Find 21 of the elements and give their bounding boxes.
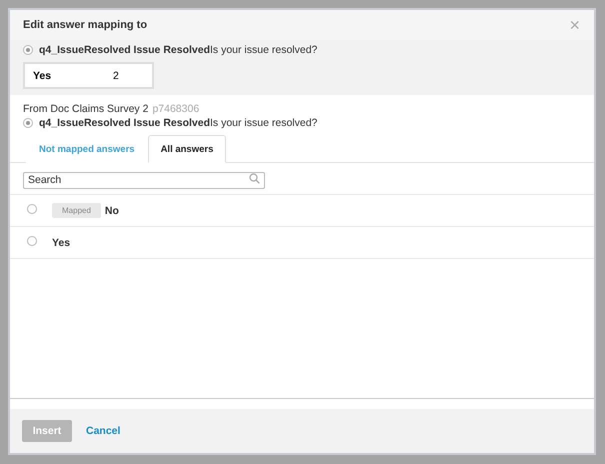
question-text: q4_IssueResolved Issue ResolvedIs your issue resolved?	[39, 44, 318, 56]
search-field[interactable]: Search	[23, 172, 265, 188]
question-text: q4_IssueResolved Issue ResolvedIs your issue resolved?	[39, 117, 318, 129]
radio-button[interactable]	[27, 236, 37, 246]
cancel-link[interactable]: Cancel	[86, 425, 120, 437]
answer-label: Yes	[52, 236, 70, 248]
mapped-tag: Mapped	[52, 203, 101, 218]
radio-button[interactable]	[27, 204, 37, 214]
radio-button[interactable]	[23, 45, 33, 55]
answer-code: 2	[113, 70, 119, 82]
dialog-title: Edit answer mapping to	[23, 19, 148, 31]
close-button[interactable]: ×	[569, 14, 580, 36]
tab[interactable]: All answers	[148, 135, 226, 163]
answer-row[interactable]: Yes	[10, 227, 594, 259]
answer-label: Yes	[33, 70, 52, 82]
source-label: From Doc Claims Survey 2	[23, 103, 148, 115]
survey-id: p7468306	[152, 103, 200, 115]
answer-label: No	[104, 204, 119, 216]
radio-button[interactable]	[23, 118, 33, 128]
answer-row[interactable]: Mapped No	[10, 195, 594, 227]
search-icon	[249, 173, 260, 184]
